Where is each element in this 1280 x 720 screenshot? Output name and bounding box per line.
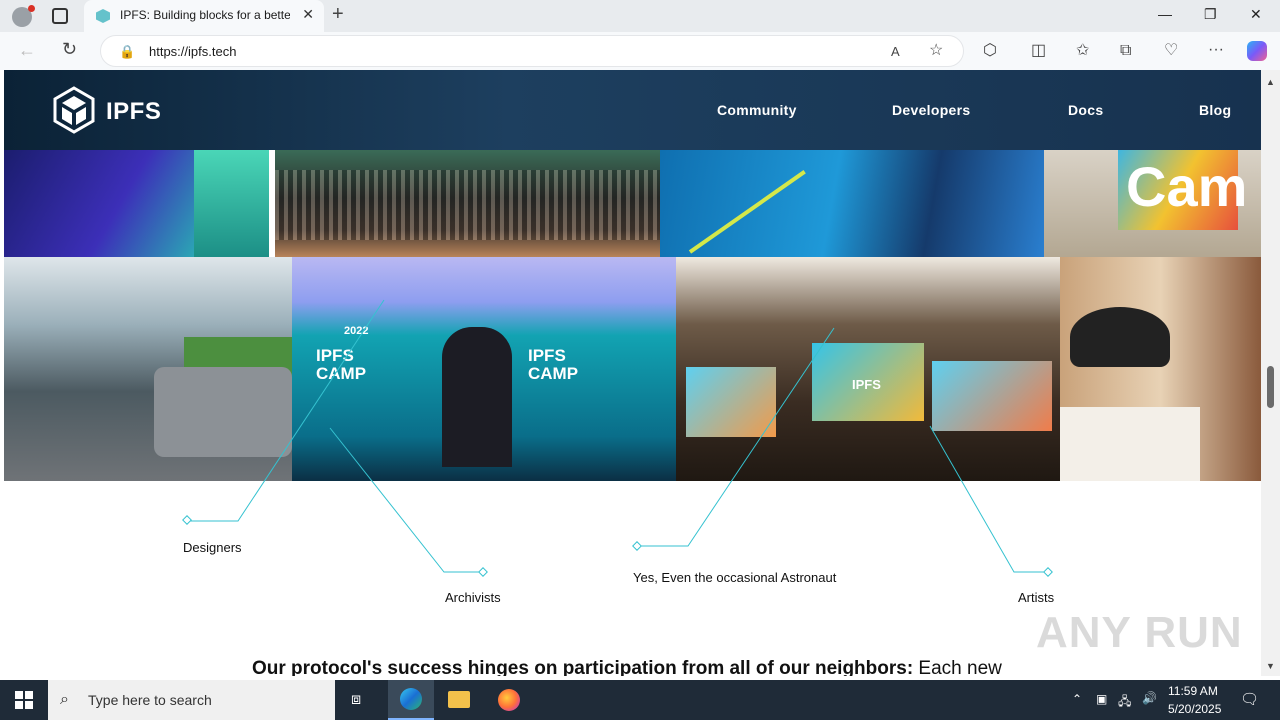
- browser-tab-bar: IPFS: Building blocks for a better ✕ + —…: [0, 0, 1280, 32]
- connector-lines: [182, 299, 1053, 577]
- tab-title: IPFS: Building blocks for a better: [120, 8, 290, 22]
- label-artists: Artists: [1018, 590, 1055, 605]
- clock-date[interactable]: 5/20/2025: [1168, 702, 1221, 716]
- nav-community[interactable]: Community: [717, 102, 797, 118]
- ipfs-favicon-icon: [96, 9, 110, 23]
- label-archivists: Archivists: [445, 590, 501, 605]
- nav-docs[interactable]: Docs: [1068, 102, 1103, 118]
- tray-device-icon[interactable]: ▣: [1096, 692, 1107, 706]
- scrollbar-thumb[interactable]: [1267, 366, 1274, 408]
- network-icon[interactable]: 🖧: [1118, 692, 1131, 713]
- label-astronaut: Yes, Even the occasional Astronaut: [633, 570, 837, 585]
- windows-taskbar: ⌕ Type here to search ⧈ ⌃ ▣ 🖧 🔊 11:59 AM…: [0, 680, 1280, 720]
- copilot-icon[interactable]: [1247, 41, 1267, 61]
- edge-icon: [400, 688, 422, 710]
- nav-developers[interactable]: Developers: [892, 102, 970, 118]
- minimize-icon[interactable]: —: [1158, 6, 1172, 22]
- browser-essentials-icon[interactable]: ♡: [1164, 43, 1178, 59]
- refresh-icon[interactable]: ↻: [62, 40, 77, 58]
- scroll-up-icon[interactable]: ▲: [1266, 74, 1275, 90]
- new-tab-icon[interactable]: +: [332, 4, 344, 24]
- windows-start-icon[interactable]: [15, 691, 33, 709]
- address-bar[interactable]: 🔒 https://ipfs.tech A ☆: [100, 35, 964, 67]
- volume-icon[interactable]: 🔊: [1142, 691, 1157, 705]
- active-tab[interactable]: IPFS: Building blocks for a better ✕: [84, 0, 324, 32]
- label-designers: Designers: [183, 540, 242, 555]
- ipfs-cube-icon: [53, 86, 95, 134]
- back-icon[interactable]: ←: [18, 41, 36, 59]
- anyrun-watermark: ANY RUN: [1036, 608, 1243, 657]
- lock-icon[interactable]: 🔒: [119, 44, 135, 60]
- clock-time[interactable]: 11:59 AM: [1168, 684, 1218, 698]
- notification-dot: [28, 5, 35, 12]
- favorites-icon[interactable]: ✩: [1076, 43, 1089, 59]
- participation-text: Our protocol's success hinges on partici…: [252, 658, 1002, 676]
- search-icon: ⌕: [60, 691, 69, 708]
- close-window-icon[interactable]: ✕: [1250, 6, 1262, 23]
- site-header: IPFS Community Developers Docs Blog: [4, 70, 1261, 150]
- close-tab-icon[interactable]: ✕: [302, 7, 314, 21]
- browser-toolbar: ← ↻ 🔒 https://ipfs.tech A ☆ ⬡ ◫ ✩ ⧉ ♡ ··…: [0, 32, 1280, 70]
- participation-rest: Each new: [913, 658, 1002, 676]
- page-scrollbar[interactable]: ▲ ▼: [1261, 70, 1280, 676]
- file-explorer-icon[interactable]: [448, 691, 470, 708]
- web-page: IPFS Community Developers Docs Blog Cam …: [4, 70, 1261, 676]
- split-screen-icon[interactable]: ◫: [1031, 43, 1046, 59]
- edge-taskbar-button[interactable]: [388, 680, 434, 720]
- logo-text: IPFS: [106, 98, 162, 125]
- participation-bold: Our protocol's success hinges on partici…: [252, 658, 914, 676]
- nav-blog[interactable]: Blog: [1199, 102, 1231, 118]
- more-options-icon[interactable]: ···: [1208, 42, 1224, 58]
- restore-icon[interactable]: ❐: [1204, 6, 1217, 23]
- search-placeholder: Type here to search: [88, 692, 212, 708]
- tray-chevron-icon[interactable]: ⌃: [1072, 692, 1082, 706]
- notifications-icon[interactable]: 🗨: [1240, 690, 1259, 708]
- tab-actions-icon[interactable]: [52, 8, 68, 24]
- taskbar-search-box[interactable]: ⌕ Type here to search: [48, 680, 335, 720]
- read-aloud-icon[interactable]: A: [891, 44, 900, 60]
- task-view-icon[interactable]: ⧈: [351, 692, 361, 708]
- collections-icon[interactable]: ⧉: [1120, 43, 1131, 59]
- firefox-icon[interactable]: [498, 689, 520, 711]
- favorite-star-icon[interactable]: ☆: [929, 43, 943, 59]
- url-text: https://ipfs.tech: [149, 44, 237, 59]
- ipfs-logo[interactable]: IPFS: [52, 86, 161, 134]
- extensions-icon[interactable]: ⬡: [983, 43, 997, 59]
- scroll-down-icon[interactable]: ▼: [1266, 658, 1275, 674]
